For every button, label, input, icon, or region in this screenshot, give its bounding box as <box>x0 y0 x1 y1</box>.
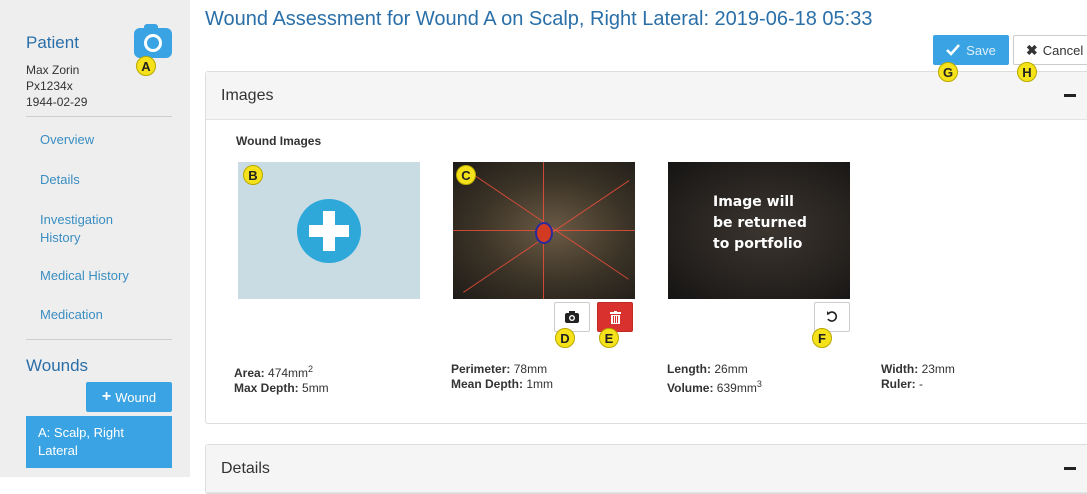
add-image-tile[interactable] <box>238 162 420 299</box>
add-wound-label: Wound <box>115 389 157 405</box>
width-measurement: Width: 23mm Ruler: - <box>881 362 955 391</box>
details-panel: Details <box>205 444 1087 494</box>
marker-a: A <box>136 56 156 76</box>
marker-g: G <box>938 62 958 82</box>
nav-medication[interactable]: Medication <box>40 306 103 324</box>
marker-c: C <box>456 165 476 185</box>
undo-icon <box>827 311 838 322</box>
cancel-label: Cancel <box>1042 42 1084 58</box>
marker-d: D <box>555 328 575 348</box>
nav-investigation-history[interactable]: Investigation History <box>40 211 150 247</box>
patient-info: Max Zorin Px1234x 1944-02-29 <box>26 62 87 110</box>
patient-name: Max Zorin <box>26 63 80 77</box>
divider <box>26 116 172 117</box>
plus-icon: + <box>101 388 112 405</box>
return-overlay-text: Image will be returned to portfolio <box>713 194 807 252</box>
marker-e: E <box>599 328 619 348</box>
details-panel-title: Details <box>221 459 270 477</box>
save-button[interactable]: Save <box>933 35 1009 65</box>
length-measurement: Length: 26mm Volume: 639mm3 <box>667 362 762 395</box>
marker-b: B <box>243 165 263 185</box>
cancel-button[interactable]: ✖ Cancel <box>1013 35 1087 65</box>
retake-photo-button[interactable] <box>554 302 590 332</box>
returned-photo: Image will be returned to portfolio <box>668 162 850 299</box>
patient-id: Px1234x <box>26 79 73 93</box>
wound-list-item[interactable]: A: Scalp, Right Lateral <box>26 416 172 468</box>
images-panel: Images Wound Images Image will be return… <box>205 71 1087 424</box>
add-wound-button[interactable]: + Wound <box>86 382 172 412</box>
sidebar: Patient Max Zorin Px1234x 1944-02-29 Ove… <box>0 0 190 477</box>
wound-images-heading: Wound Images <box>236 134 322 148</box>
camera-icon[interactable] <box>134 24 172 58</box>
wound-outline <box>535 222 553 244</box>
save-label: Save <box>966 42 996 58</box>
patient-heading: Patient <box>26 33 79 52</box>
add-image-icon <box>297 199 361 263</box>
marker-f: F <box>812 328 832 348</box>
close-icon: ✖ <box>1026 41 1038 58</box>
nav-medical-history[interactable]: Medical History <box>40 267 129 285</box>
wounds-heading: Wounds <box>26 356 89 375</box>
divider <box>26 339 172 340</box>
perimeter-measurement: Perimeter: 78mm Mean Depth: 1mm <box>451 362 554 391</box>
wound-photo[interactable] <box>453 162 635 299</box>
details-panel-header[interactable]: Details <box>206 445 1087 493</box>
area-measurement: Area: 474mm2 Max Depth: 5mm <box>234 364 329 395</box>
camera-icon <box>565 311 579 323</box>
trash-icon <box>609 310 621 324</box>
delete-photo-button[interactable] <box>597 302 633 332</box>
nav-details[interactable]: Details <box>40 171 80 189</box>
marker-h: H <box>1017 62 1037 82</box>
images-panel-title: Images <box>221 86 274 104</box>
collapse-icon[interactable] <box>1064 467 1076 470</box>
nav-overview[interactable]: Overview <box>40 131 94 149</box>
check-icon <box>946 44 961 56</box>
collapse-icon[interactable] <box>1064 94 1076 97</box>
page-title: Wound Assessment for Wound A on Scalp, R… <box>205 8 873 30</box>
patient-dob: 1944-02-29 <box>26 95 88 109</box>
